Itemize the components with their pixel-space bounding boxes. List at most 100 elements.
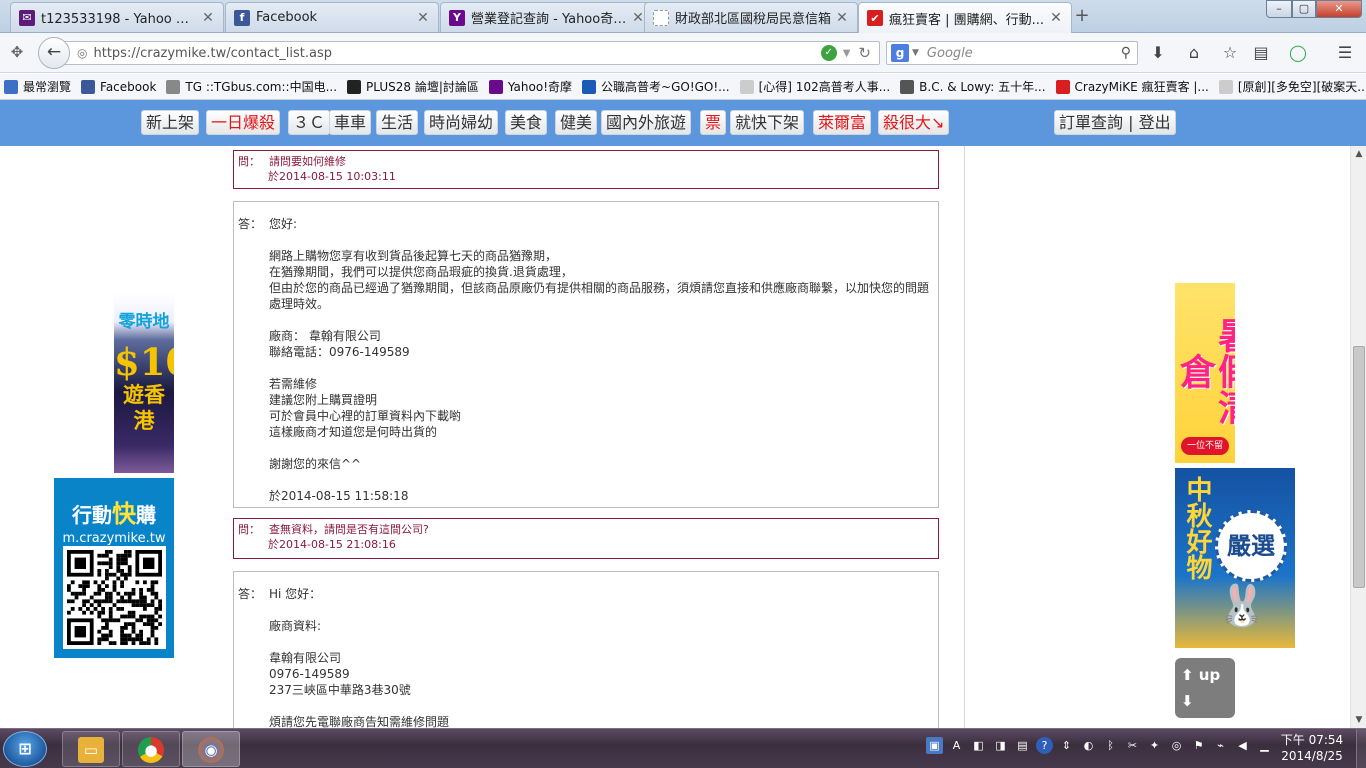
ime-icon[interactable]: A: [948, 737, 965, 754]
taskbar-explorer[interactable]: ▭: [62, 731, 120, 767]
category-nav-button[interactable]: 就快下架: [730, 110, 805, 135]
scrollbar-thumb[interactable]: [1353, 346, 1365, 588]
tab-close-icon[interactable]: ✕: [1049, 10, 1063, 26]
scroll-up-arrow-icon[interactable]: ▲: [1351, 146, 1366, 162]
search-magnifier-icon[interactable]: ⚲: [1121, 45, 1131, 61]
bookmark-star-icon[interactable]: ☆: [1220, 43, 1240, 63]
tray-app-icon[interactable]: ▣: [926, 737, 943, 754]
windows-taskbar: ⊞ ▭ ● ◉ ▣ A ◧ ◨ ▤ ? ⇕ ◐ ᛒ ✂ ✦ ◎ ⚑ ⌁ ◀ ▁ …: [0, 728, 1366, 768]
search-engine-dropdown-icon[interactable]: ▼: [912, 48, 919, 58]
ime-fullwidth-icon[interactable]: ◧: [970, 737, 987, 754]
category-nav-button[interactable]: 生活: [376, 110, 419, 135]
url-bar[interactable]: ◎ https://crazymike.tw/contact_list.asp …: [58, 41, 880, 65]
category-nav-button[interactable]: 票: [700, 110, 727, 135]
scroll-up-button[interactable]: ⬆ up: [1181, 662, 1235, 688]
new-tab-button[interactable]: +: [1072, 5, 1092, 26]
bookmark-item[interactable]: PLUS28 論壇|討論區: [347, 78, 479, 95]
tab-close-icon[interactable]: ✕: [201, 10, 215, 26]
category-nav-button[interactable]: 車車: [329, 110, 372, 135]
bookmark-item[interactable]: [心得] 102高普考人事...: [739, 78, 890, 95]
bluetooth-icon[interactable]: ᛒ: [1102, 737, 1119, 754]
extension-icon[interactable]: ✥: [8, 43, 26, 61]
help-icon[interactable]: ?: [1036, 737, 1053, 754]
ad-price: $10: [114, 340, 174, 384]
tray-circle-icon[interactable]: ◎: [1168, 737, 1185, 754]
back-button[interactable]: ←: [38, 37, 70, 69]
home-icon[interactable]: ⌂: [1184, 43, 1204, 63]
tab-close-icon[interactable]: ✕: [835, 10, 849, 26]
menu-icon[interactable]: ☰: [1335, 43, 1355, 63]
url-text[interactable]: https://crazymike.tw/contact_list.asp: [93, 46, 820, 61]
bookmark-item[interactable]: [原創][多免空][破案天...: [1218, 78, 1366, 95]
ime-option-icon[interactable]: ◨: [992, 737, 1009, 754]
taskbar-firefox[interactable]: ◉: [182, 731, 240, 767]
category-nav-button[interactable]: 新上架: [141, 110, 200, 135]
download-icon[interactable]: ⬇: [1148, 43, 1168, 63]
tray-app2-icon[interactable]: ◐: [1080, 737, 1097, 754]
scroll-down-button[interactable]: ⬇ down: [1181, 688, 1235, 728]
page-scrollbar[interactable]: ▲ ▼: [1350, 146, 1366, 728]
category-nav-button[interactable]: 殺很大↘: [878, 110, 950, 135]
browser-tab[interactable]: ✉ t123533198 - Yahoo 奇摩... ✕: [10, 2, 224, 32]
url-history-dropdown-icon[interactable]: ▼: [843, 48, 851, 59]
yahoo-search-icon: Y: [449, 9, 465, 26]
category-nav-button[interactable]: 時尚婦幼: [424, 110, 499, 135]
start-button[interactable]: ⊞: [3, 731, 47, 767]
scroll-up-down-widget[interactable]: ⬆ up ⬇ down: [1175, 658, 1235, 728]
tray-expand-icon[interactable]: ⇕: [1058, 737, 1075, 754]
tray-utility-icon[interactable]: ✦: [1146, 737, 1163, 754]
action-center-flag-icon[interactable]: ⚑: [1190, 737, 1207, 754]
category-nav-button[interactable]: ３Ｃ: [288, 110, 331, 135]
scroll-down-arrow-icon[interactable]: ▼: [1351, 712, 1366, 728]
tray-tool-icon[interactable]: ✂: [1124, 737, 1141, 754]
volume-icon[interactable]: ◀: [1234, 737, 1251, 754]
search-input[interactable]: Google: [927, 46, 1121, 61]
category-nav-button[interactable]: 美食: [505, 110, 548, 135]
bookmark-item[interactable]: CrazyMiKE 瘋狂賣客 |...: [1055, 78, 1209, 95]
google-engine-icon[interactable]: g: [891, 44, 909, 62]
bookmark-item[interactable]: B.C. & Lowy: 五十年...: [900, 78, 1046, 95]
account-links[interactable]: 訂單查詢 | 登出: [1054, 110, 1176, 135]
reload-icon[interactable]: ↻: [858, 44, 871, 62]
ime-settings-icon[interactable]: ▤: [1014, 737, 1031, 754]
category-nav-button[interactable]: 健美: [555, 110, 598, 135]
tab-close-icon[interactable]: ✕: [416, 10, 430, 26]
tab-close-icon[interactable]: ✕: [631, 10, 645, 26]
network-signal-icon[interactable]: ▁: [1256, 737, 1273, 754]
taskbar-chrome[interactable]: ●: [122, 731, 180, 767]
tab-title: t123533198 - Yahoo 奇摩...: [41, 12, 201, 27]
taskbar-clock[interactable]: 下午 07:54 2014/8/25: [1272, 732, 1352, 764]
bookmark-item[interactable]: 公職高普考~GO!GO!...: [582, 78, 730, 95]
bookmark-favicon-icon: [582, 79, 597, 94]
summer-clearance-ad[interactable]: 暑假清倉 一位不留: [1175, 283, 1235, 463]
addon-ring-icon[interactable]: ◯: [1288, 43, 1308, 63]
answer-label: 答：: [238, 217, 263, 231]
usb-device-icon[interactable]: ⌁: [1212, 737, 1229, 754]
minimize-button[interactable]: –: [1266, 0, 1292, 18]
bookmark-item[interactable]: Facebook: [81, 79, 156, 94]
category-nav-button[interactable]: 萊爾富: [813, 110, 872, 135]
bookmark-item[interactable]: TG ::TGbus.com::中国电...: [166, 78, 337, 95]
mobile-qr-ad[interactable]: 行動快購 m.crazymike.tw: [54, 478, 174, 658]
ad-title: 行動快購: [72, 500, 156, 528]
bookmark-item[interactable]: 最常瀏覽: [4, 78, 71, 95]
category-nav-button[interactable]: 一日爆殺: [206, 110, 281, 135]
answer-text: Hi 您好： 廠商資料: 韋翰有限公司 0976-149589 237三峽區中華…: [269, 587, 450, 728]
search-bar[interactable]: g ▼ Google ⚲: [886, 41, 1138, 65]
crazymike-icon: ✔: [867, 10, 883, 26]
mid-autumn-ad[interactable]: 中秋好物 嚴選 🐰: [1175, 468, 1295, 648]
bookmarks-bar: 最常瀏覽 Facebook TG ::TGbus.com::中国电... PLUS28…: [0, 74, 1366, 100]
maximize-button[interactable]: ▢: [1292, 0, 1316, 18]
browser-tab[interactable]: f Facebook ✕: [225, 2, 439, 32]
category-nav-button[interactable]: 國內外旅遊: [601, 110, 692, 135]
bookmarks-list-icon[interactable]: ▤: [1251, 43, 1271, 63]
hongkong-travel-ad[interactable]: 零時地 $10 遊香港: [114, 293, 174, 473]
site-info-icon[interactable]: ◎: [77, 46, 87, 60]
close-window-button[interactable]: ✕: [1316, 0, 1362, 18]
browser-tab[interactable]: 財政部北區國稅局民意信箱 ✕: [644, 2, 858, 32]
bookmark-item[interactable]: Yahoo!奇摩: [488, 78, 572, 95]
answer-box: 答： 您好: 網路上購物您享有收到貨品後起算七天的商品猶豫期， 在猶豫期間，我們…: [233, 201, 939, 508]
show-desktop-button[interactable]: [1356, 729, 1366, 768]
browser-tab[interactable]: Y 營業登記查詢 - Yahoo奇摩 搜...✕: [440, 2, 654, 32]
browser-tab[interactable]: ✔ 瘋狂賣客 | 團購網、行動... ✕: [858, 2, 1072, 33]
